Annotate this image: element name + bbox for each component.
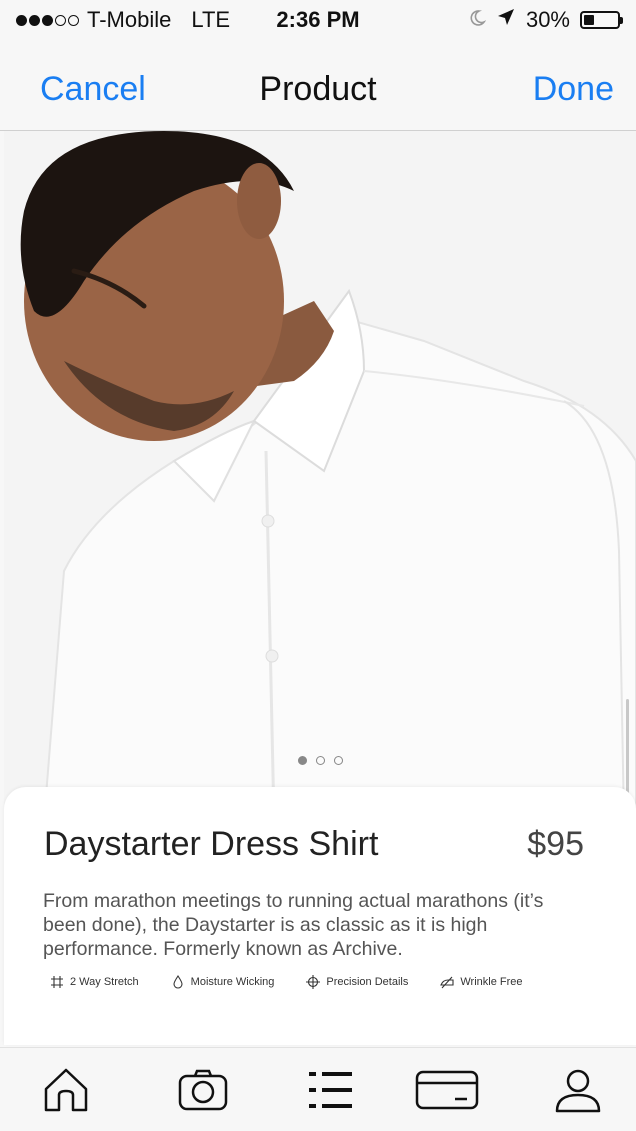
tab-profile[interactable] — [551, 1068, 605, 1116]
home-icon — [42, 1067, 90, 1118]
feature-label: 2 Way Stretch — [70, 976, 139, 988]
battery-level — [584, 15, 594, 25]
pager-dot[interactable] — [297, 756, 307, 765]
network-label: LTE — [191, 7, 231, 32]
feature-label: Moisture Wicking — [190, 976, 275, 988]
user-icon — [554, 1067, 602, 1118]
iron-icon — [440, 975, 454, 989]
feature-label: Wrinkle Free — [460, 976, 523, 988]
camera-icon — [177, 1068, 229, 1117]
pager-dot[interactable] — [315, 756, 325, 765]
product-name: Daystarter Dress Shirt — [44, 825, 379, 863]
product-screen: T-Mobile LTE 2:36 PM 30% Cancel Product … — [0, 0, 636, 1131]
image-pager[interactable] — [4, 756, 636, 765]
status-left: T-Mobile LTE — [16, 7, 230, 33]
tab-list[interactable] — [303, 1068, 357, 1116]
moon-icon — [468, 7, 487, 33]
tab-camera[interactable] — [176, 1068, 230, 1116]
list-icon — [306, 1068, 354, 1117]
product-image-carousel[interactable] — [4, 131, 636, 821]
feature-list: 2 Way Stretch Moisture Wicking Precision… — [50, 975, 555, 989]
signal-strength-icon — [16, 14, 79, 26]
product-description: From marathon meetings to running actual… — [43, 890, 544, 960]
status-bar: T-Mobile LTE 2:36 PM 30% — [0, 0, 636, 40]
carrier-label: T-Mobile — [87, 7, 172, 32]
product-price: $95 — [527, 825, 584, 863]
feature-item: Precision Details — [306, 975, 408, 989]
feature-item: 2 Way Stretch — [50, 975, 139, 989]
pager-dot[interactable] — [333, 756, 343, 765]
battery-percent: 30% — [525, 7, 570, 32]
crosshair-icon — [306, 975, 321, 989]
stretch-grid-icon — [50, 975, 64, 989]
feature-item: Wrinkle Free — [440, 975, 523, 989]
status-right: 30% — [468, 7, 623, 33]
navigation-bar: Cancel Product Done — [0, 40, 636, 131]
droplet-icon — [171, 975, 185, 989]
battery-icon — [580, 11, 623, 29]
feature-label: Precision Details — [326, 976, 409, 988]
credit-card-icon — [415, 1069, 479, 1116]
location-arrow-icon — [496, 7, 516, 33]
feature-item: Moisture Wicking — [171, 975, 275, 989]
product-photo — [4, 131, 636, 821]
tab-card[interactable] — [415, 1068, 479, 1116]
product-info-card: Daystarter Dress Shirt $95 From marathon… — [4, 787, 636, 1045]
tab-bar — [0, 1047, 636, 1131]
done-button[interactable]: Done — [533, 70, 614, 109]
tab-home[interactable] — [39, 1068, 93, 1116]
